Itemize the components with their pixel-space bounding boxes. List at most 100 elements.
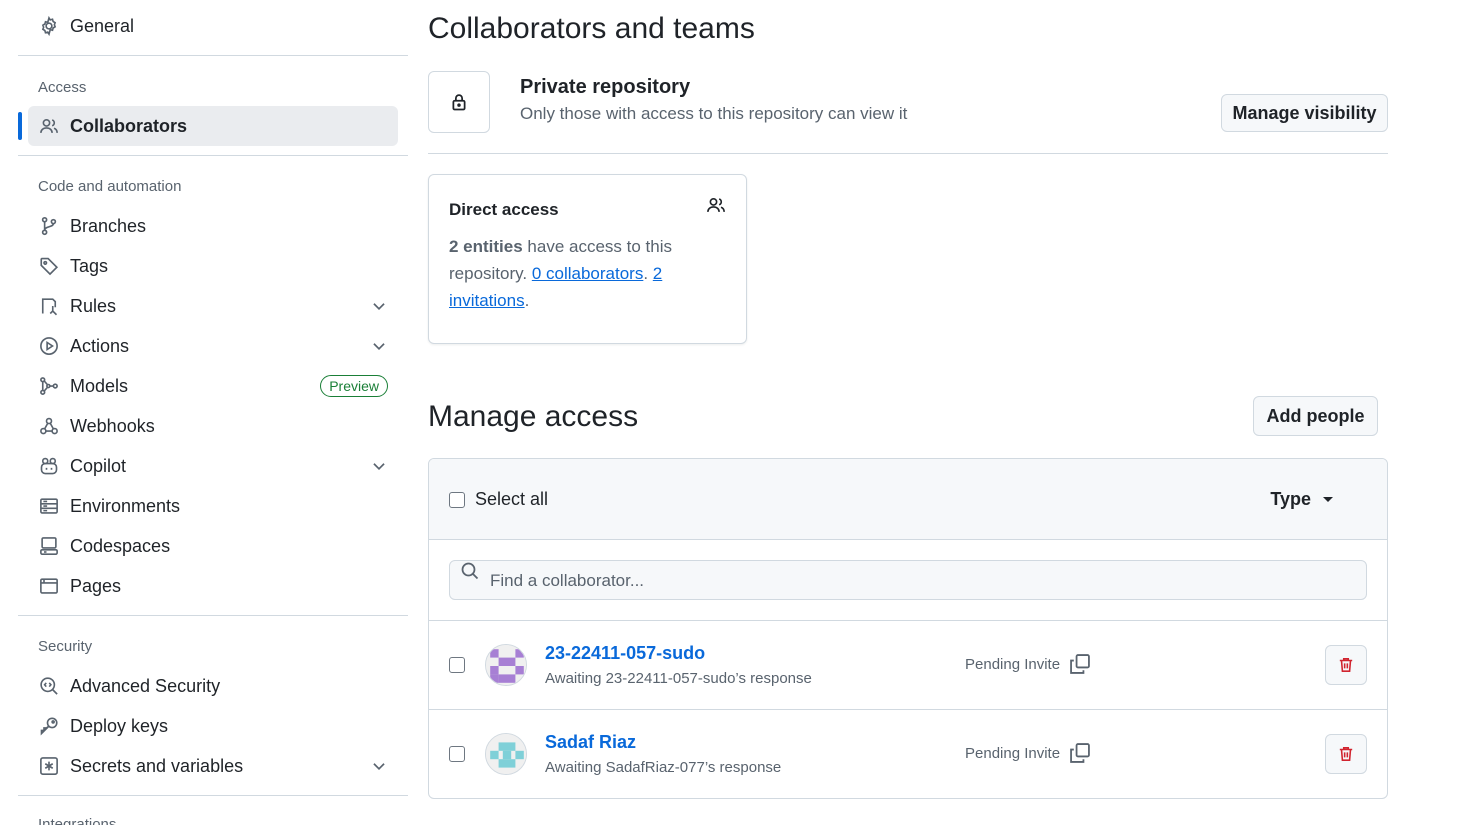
sidebar-item-label: Branches: [70, 215, 147, 236]
type-filter-label: Type: [1270, 489, 1311, 509]
section-heading-integrations: Integrations: [38, 816, 117, 825]
row-checkbox[interactable]: [449, 746, 465, 762]
sidebar-item-label: Environments: [70, 495, 181, 516]
copilot-icon: [38, 455, 60, 477]
lock-icon-box: [428, 71, 490, 133]
divider: [18, 615, 408, 616]
section-heading-code-automation: Code and automation: [38, 178, 182, 195]
active-indicator: [18, 112, 22, 140]
branch-icon: [38, 215, 60, 237]
sidebar-item-webhooks[interactable]: Webhooks: [28, 406, 398, 446]
sidebar-item-label: Webhooks: [70, 415, 155, 436]
manage-access-title: Manage access: [428, 400, 639, 433]
sidebar-item-rules[interactable]: Rules: [28, 286, 398, 326]
divider: [428, 153, 1388, 154]
sidebar-item-label: Secrets and variables: [70, 755, 244, 776]
chevron-down-icon[interactable]: [370, 337, 388, 355]
sidebar-item-label: General: [70, 15, 135, 36]
table-row: Sadaf Riaz Awaiting SadafRiaz-077’s resp…: [429, 709, 1387, 797]
sidebar-item-advanced-security[interactable]: Advanced Security: [28, 666, 398, 706]
people-icon: [707, 197, 725, 212]
sidebar-item-codespaces[interactable]: Codespaces: [28, 526, 398, 566]
section-heading-security: Security: [38, 638, 93, 655]
direct-access-card: Direct access 2 entities have access to …: [428, 174, 747, 344]
sidebar-item-label: Rules: [70, 295, 117, 316]
tag-icon: [38, 255, 60, 277]
repo-visibility-description: Only those with access to this repositor…: [520, 104, 908, 123]
select-all-label[interactable]: Select all: [475, 489, 548, 510]
sidebar-item-secrets-variables[interactable]: Secrets and variables: [28, 746, 398, 786]
sidebar-item-general[interactable]: General: [28, 6, 398, 46]
avatar: [485, 644, 527, 686]
sidebar-item-label: Advanced Security: [70, 675, 221, 696]
asterisk-icon: [38, 755, 60, 777]
sidebar-item-deploy-keys[interactable]: Deploy keys: [28, 706, 398, 746]
collaborator-status-text: Awaiting SadafRiaz-077’s response: [545, 759, 782, 776]
direct-access-title: Direct access: [449, 200, 559, 219]
code-search-icon: [38, 675, 60, 697]
preview-badge: Preview: [320, 375, 388, 397]
trash-icon: [1339, 658, 1353, 672]
remove-collaborator-button[interactable]: [1325, 645, 1367, 685]
page-title: Collaborators and teams: [428, 12, 755, 45]
chevron-down-icon[interactable]: [370, 757, 388, 775]
sidebar-item-tags[interactable]: Tags: [28, 246, 398, 286]
search-icon: [461, 562, 479, 580]
lock-icon: [452, 94, 466, 111]
sidebar-item-actions[interactable]: Actions: [28, 326, 398, 366]
identicon-icon: [486, 645, 526, 685]
sidebar-item-label: Tags: [70, 255, 109, 276]
sidebar-item-branches[interactable]: Branches: [28, 206, 398, 246]
collaborators-link[interactable]: 0 collaborators: [532, 264, 644, 283]
add-people-button[interactable]: Add people: [1253, 396, 1378, 436]
rules-icon: [38, 295, 60, 317]
search-field[interactable]: [449, 560, 1367, 600]
identicon-icon: [486, 734, 526, 774]
trash-icon: [1339, 747, 1353, 761]
sidebar-item-copilot[interactable]: Copilot: [28, 446, 398, 486]
sidebar-item-label: Models: [70, 375, 129, 396]
chevron-down-icon[interactable]: [370, 297, 388, 315]
direct-access-summary: 2 entities have access to this repositor…: [449, 233, 729, 314]
browser-icon: [38, 575, 60, 597]
copy-icon[interactable]: [1069, 653, 1091, 675]
sidebar-item-label: Pages: [70, 575, 122, 596]
key-icon: [38, 715, 60, 737]
divider: [18, 55, 408, 56]
entities-count: 2 entities: [449, 237, 523, 256]
pending-invite-label: Pending Invite: [965, 656, 1061, 673]
table-header: Select all Type: [429, 459, 1387, 540]
row-checkbox[interactable]: [449, 657, 465, 673]
caret-down-icon: [1323, 497, 1333, 502]
collaborator-name-link[interactable]: 23-22411-057-sudo: [545, 643, 705, 664]
type-filter-dropdown[interactable]: Type: [1270, 489, 1333, 510]
section-heading-access: Access: [38, 79, 87, 96]
repo-visibility-title: Private repository: [520, 76, 691, 98]
select-all-checkbox[interactable]: [449, 492, 465, 508]
table-row: 23-22411-057-sudo Awaiting 23-22411-057-…: [429, 620, 1387, 708]
pending-invite-label: Pending Invite: [965, 745, 1061, 762]
search-input[interactable]: [490, 569, 1350, 593]
sidebar-item-environments[interactable]: Environments: [28, 486, 398, 526]
play-icon: [38, 335, 60, 357]
sidebar-item-collaborators[interactable]: Collaborators: [28, 106, 398, 146]
sidebar-item-pages[interactable]: Pages: [28, 566, 398, 606]
manage-visibility-button[interactable]: Manage visibility: [1221, 94, 1388, 132]
sidebar-item-label: Codespaces: [70, 535, 171, 556]
collaborators-table: Select all Type 23-22411-057-sudo Awaiti…: [428, 458, 1388, 799]
remove-collaborator-button[interactable]: [1325, 734, 1367, 774]
models-icon: [38, 375, 60, 397]
divider: [18, 155, 408, 156]
chevron-down-icon[interactable]: [370, 457, 388, 475]
collaborator-name-link[interactable]: Sadaf Riaz: [545, 732, 636, 753]
sidebar-item-label: Collaborators: [70, 115, 188, 136]
copy-icon[interactable]: [1069, 742, 1091, 764]
summary-separator: .: [643, 264, 653, 283]
sidebar-item-models[interactable]: Models Preview: [28, 366, 398, 406]
sidebar-item-label: Deploy keys: [70, 715, 169, 736]
divider: [18, 795, 408, 796]
collaborator-status-text: Awaiting 23-22411-057-sudo’s response: [545, 670, 812, 687]
settings-sidebar: General Access Collaborators Code and au…: [18, 0, 408, 825]
server-icon: [38, 495, 60, 517]
sidebar-item-label: Copilot: [70, 455, 127, 476]
